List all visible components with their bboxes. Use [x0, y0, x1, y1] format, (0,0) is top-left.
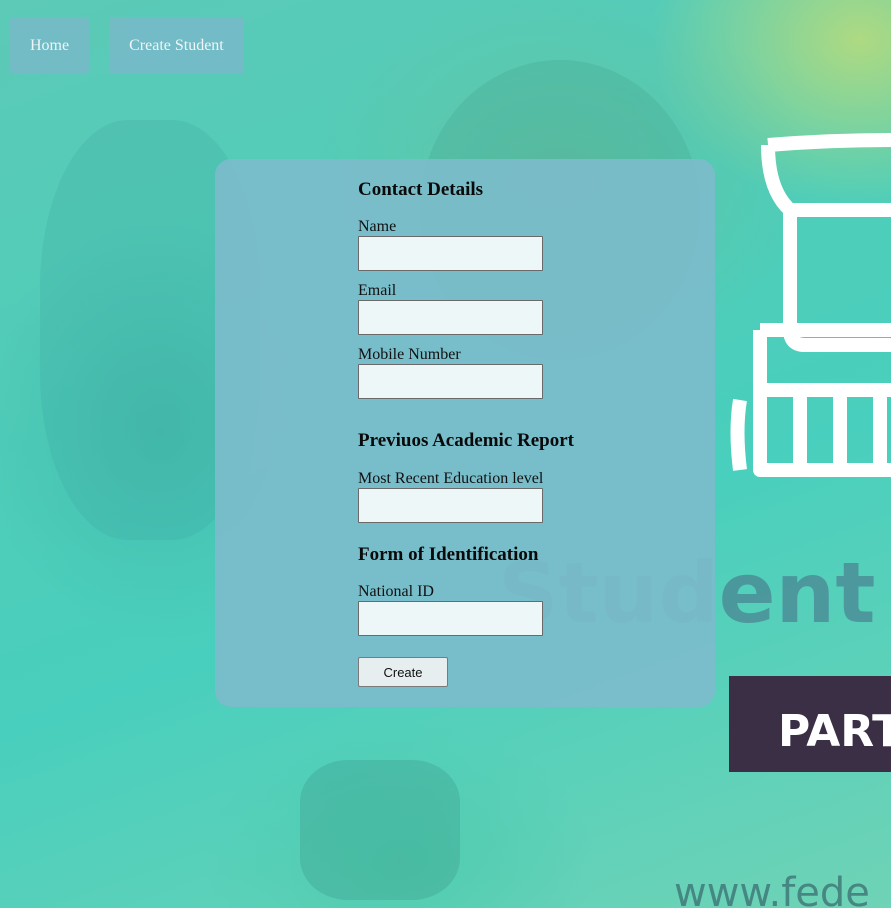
- national-id-label: National ID: [358, 583, 434, 600]
- nav-create-student-button[interactable]: Create Student: [109, 17, 244, 74]
- national-id-input[interactable]: [358, 601, 543, 636]
- create-button[interactable]: Create: [358, 657, 448, 687]
- email-label: Email: [358, 282, 397, 299]
- name-label: Name: [358, 218, 397, 235]
- nav-home-button[interactable]: Home: [10, 17, 90, 74]
- email-input[interactable]: [358, 300, 543, 335]
- mobile-number-input[interactable]: [358, 364, 543, 399]
- student-figure-icon: [730, 133, 891, 477]
- education-level-input[interactable]: [358, 488, 543, 523]
- mobile-number-label: Mobile Number: [358, 346, 461, 363]
- background-part-word: PART: [778, 706, 891, 757]
- background-url-text: www.fede: [674, 870, 870, 908]
- background-blur-shape: [300, 760, 460, 900]
- academic-report-heading: Previuos Academic Report: [358, 430, 574, 451]
- background-part-banner: [729, 676, 891, 772]
- top-navigation: Home Create Student: [10, 17, 244, 74]
- contact-details-heading: Contact Details: [358, 179, 484, 200]
- name-input[interactable]: [358, 236, 543, 271]
- create-student-form-card: Contact Details Name Email Mobile Number…: [215, 159, 715, 707]
- identification-heading: Form of Identification: [358, 544, 539, 565]
- education-level-label: Most Recent Education level: [358, 470, 544, 487]
